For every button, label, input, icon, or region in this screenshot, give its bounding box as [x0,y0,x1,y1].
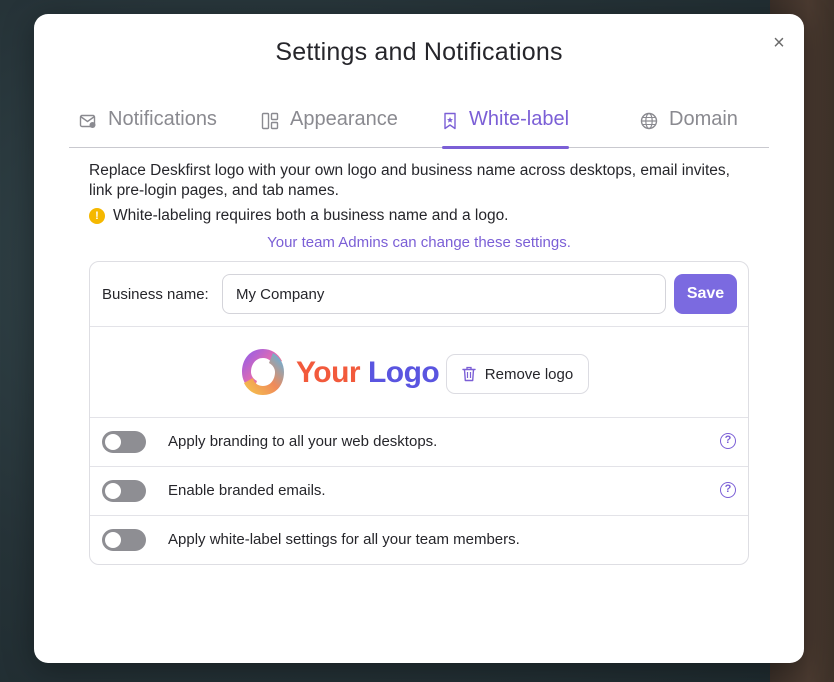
business-name-label: Business name: [102,286,209,303]
tab-domain[interactable]: Domain [640,108,738,148]
branded-emails-toggle[interactable] [102,480,146,502]
logo-wordmark: Your Logo [296,356,440,390]
toggle-knob [105,532,121,548]
logo-text-logo: Logo [367,356,440,389]
save-button[interactable]: Save [674,274,737,314]
mail-bell-icon [79,114,96,128]
branded-emails-label: Enable branded emails. [168,482,326,499]
tab-label: Domain [669,108,738,130]
dialog-title: Settings and Notifications [275,38,563,66]
logo-text-your: Your [296,356,361,389]
team-members-label: Apply white-label settings for all your … [168,531,520,548]
tab-label: White-label [469,108,570,130]
white-label-description: Replace Deskfirst logo with your own log… [89,162,730,199]
toggle-knob [105,434,121,450]
warning-note: ! White-labeling requires both a busines… [89,207,509,225]
globe-icon [640,112,658,130]
tab-white-label[interactable]: White-label [442,108,570,149]
bookmark-star-icon [444,112,456,130]
logo-mark-icon [242,349,284,395]
warning-text: White-labeling requires both a business … [113,207,509,224]
branding-desktops-toggle[interactable] [102,431,146,453]
logo-row: Your Logo Remove logo [90,327,748,418]
tab-appearance[interactable]: Appearance [261,108,398,148]
settings-dialog: × Settings and Notifications Notificatio… [34,14,804,663]
white-label-settings-card: Business name: Save [89,261,749,565]
toggle-row-team-members: Apply white-label settings for all your … [90,516,748,565]
tab-bar: Notifications Appearance White-label Dom… [69,104,769,149]
admin-note: Your team Admins can change these settin… [267,234,571,251]
layout-icon [261,112,279,130]
branding-desktops-label: Apply branding to all your web desktops. [168,433,438,450]
trash-icon [462,366,476,382]
tab-label: Notifications [108,108,217,130]
tab-label: Appearance [290,108,398,130]
business-name-row: Business name: Save [90,262,748,327]
toggle-knob [105,483,121,499]
toggle-row-branding-desktops: Apply branding to all your web desktops.… [90,418,748,467]
help-icon[interactable]: ? [720,482,736,498]
team-members-toggle[interactable] [102,529,146,551]
remove-logo-label: Remove logo [484,365,574,383]
help-icon[interactable]: ? [720,433,736,449]
tab-notifications[interactable]: Notifications [79,108,217,148]
warning-icon: ! [89,208,105,224]
business-name-input[interactable] [222,274,666,314]
toggle-row-branded-emails: Enable branded emails. ? [90,467,748,516]
remove-logo-button[interactable]: Remove logo [446,354,589,394]
